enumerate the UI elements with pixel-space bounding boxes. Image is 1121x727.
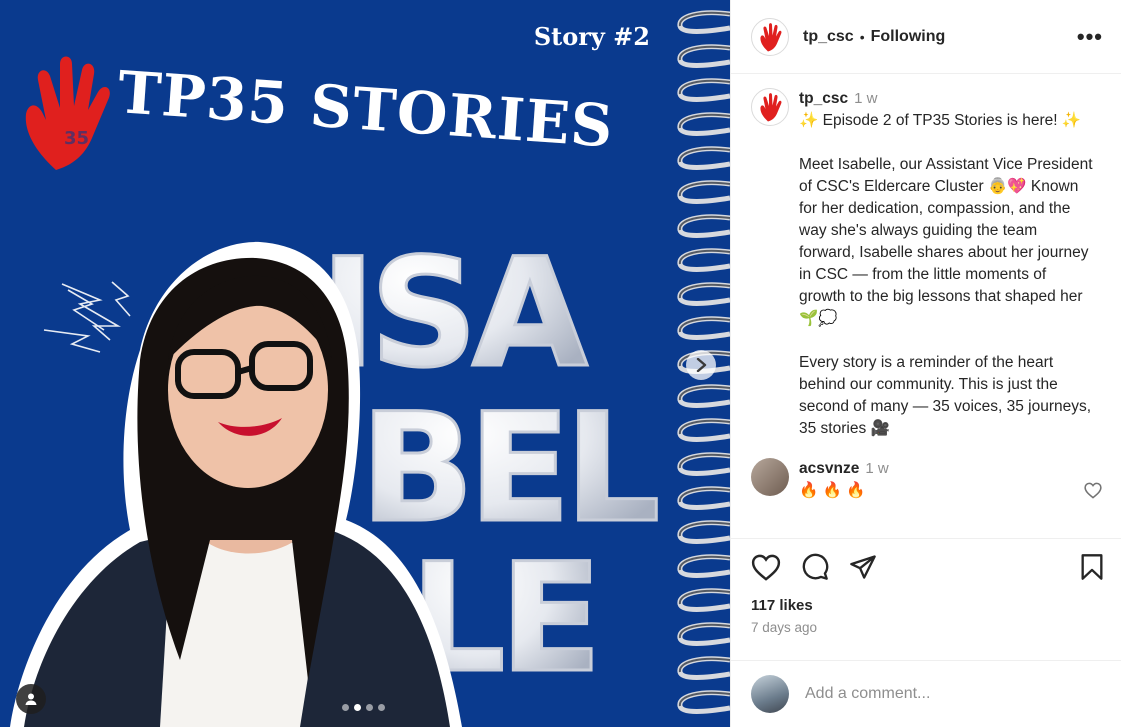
caption: tp_csc 1 w ✨ Episode 2 of TP35 Stories is… xyxy=(751,88,1102,440)
carousel-dot xyxy=(342,704,349,711)
share-button[interactable] xyxy=(849,554,877,580)
carousel-dot xyxy=(378,704,385,711)
post-media: Story #2 35 TP35 STORIES ISA BEL LE xyxy=(0,0,730,727)
post-side-panel: tp_csc • Following ••• tp_csc 1 w ✨ Episo… xyxy=(730,0,1121,727)
caption-gap xyxy=(799,330,1094,352)
user-icon xyxy=(25,693,37,705)
svg-text:35: 35 xyxy=(64,128,89,149)
person-photo xyxy=(10,241,462,727)
commenter-avatar[interactable] xyxy=(751,458,789,496)
save-button[interactable] xyxy=(1080,553,1104,581)
add-comment-input[interactable] xyxy=(805,685,1085,703)
caption-time: 1 w xyxy=(854,90,878,107)
likes-count[interactable]: 117 likes xyxy=(751,597,1104,614)
action-buttons xyxy=(751,553,1104,581)
heart-icon xyxy=(1084,482,1102,499)
add-comment-bar xyxy=(731,660,1121,727)
header-separator: • xyxy=(859,28,865,45)
send-icon xyxy=(850,555,876,579)
more-options-button[interactable]: ••• xyxy=(1077,24,1103,50)
post-header: tp_csc • Following ••• xyxy=(731,0,1121,74)
caption-paragraph: Every story is a reminder of the heart b… xyxy=(799,354,1096,437)
chevron-right-icon xyxy=(696,358,707,372)
bookmark-icon xyxy=(1081,554,1103,580)
caption-username[interactable]: tp_csc xyxy=(799,90,848,107)
carousel-dots xyxy=(342,704,385,711)
current-user-avatar xyxy=(751,675,789,713)
csc-logo-icon xyxy=(760,22,782,51)
following-button[interactable]: Following xyxy=(871,28,946,46)
post-date: 7 days ago xyxy=(751,620,818,635)
comment-time: 1 w xyxy=(865,460,889,477)
caption-gap xyxy=(799,132,1094,154)
author-username[interactable]: tp_csc xyxy=(803,28,854,46)
story-number-label: Story #2 xyxy=(533,22,650,51)
comment-item: acsvnze 1 w 🔥 🔥 🔥 xyxy=(751,458,1102,502)
author-avatar[interactable] xyxy=(751,17,789,56)
comments-section[interactable]: tp_csc 1 w ✨ Episode 2 of TP35 Stories is… xyxy=(731,74,1121,538)
commenter-username[interactable]: acsvnze xyxy=(799,460,859,477)
csc-logo-icon xyxy=(760,93,782,122)
carousel-dot xyxy=(354,704,361,711)
carousel-dot xyxy=(366,704,373,711)
tagged-users-button[interactable] xyxy=(16,684,46,714)
next-slide-button[interactable] xyxy=(686,350,716,380)
post-actions: 117 likes 7 days ago xyxy=(731,538,1121,635)
like-comment-button[interactable] xyxy=(1084,482,1102,504)
comment-text: 🔥 🔥 🔥 xyxy=(799,482,866,499)
heart-icon xyxy=(751,554,781,581)
comment-button[interactable] xyxy=(801,553,829,581)
csc-hand-logo: 35 xyxy=(25,56,110,170)
caption-paragraph: ✨ Episode 2 of TP35 Stories is here! ✨ xyxy=(799,112,1082,129)
caption-paragraph: Meet Isabelle, our Assistant Vice Presid… xyxy=(799,156,1097,327)
comment-body: acsvnze 1 w 🔥 🔥 🔥 xyxy=(799,458,1094,502)
like-button[interactable] xyxy=(751,554,781,581)
caption-text: ✨ Episode 2 of TP35 Stories is here! ✨ Me… xyxy=(799,110,1094,440)
caption-avatar[interactable] xyxy=(751,88,789,126)
comment-icon xyxy=(802,553,829,580)
caption-body: tp_csc 1 w ✨ Episode 2 of TP35 Stories is… xyxy=(799,88,1094,440)
